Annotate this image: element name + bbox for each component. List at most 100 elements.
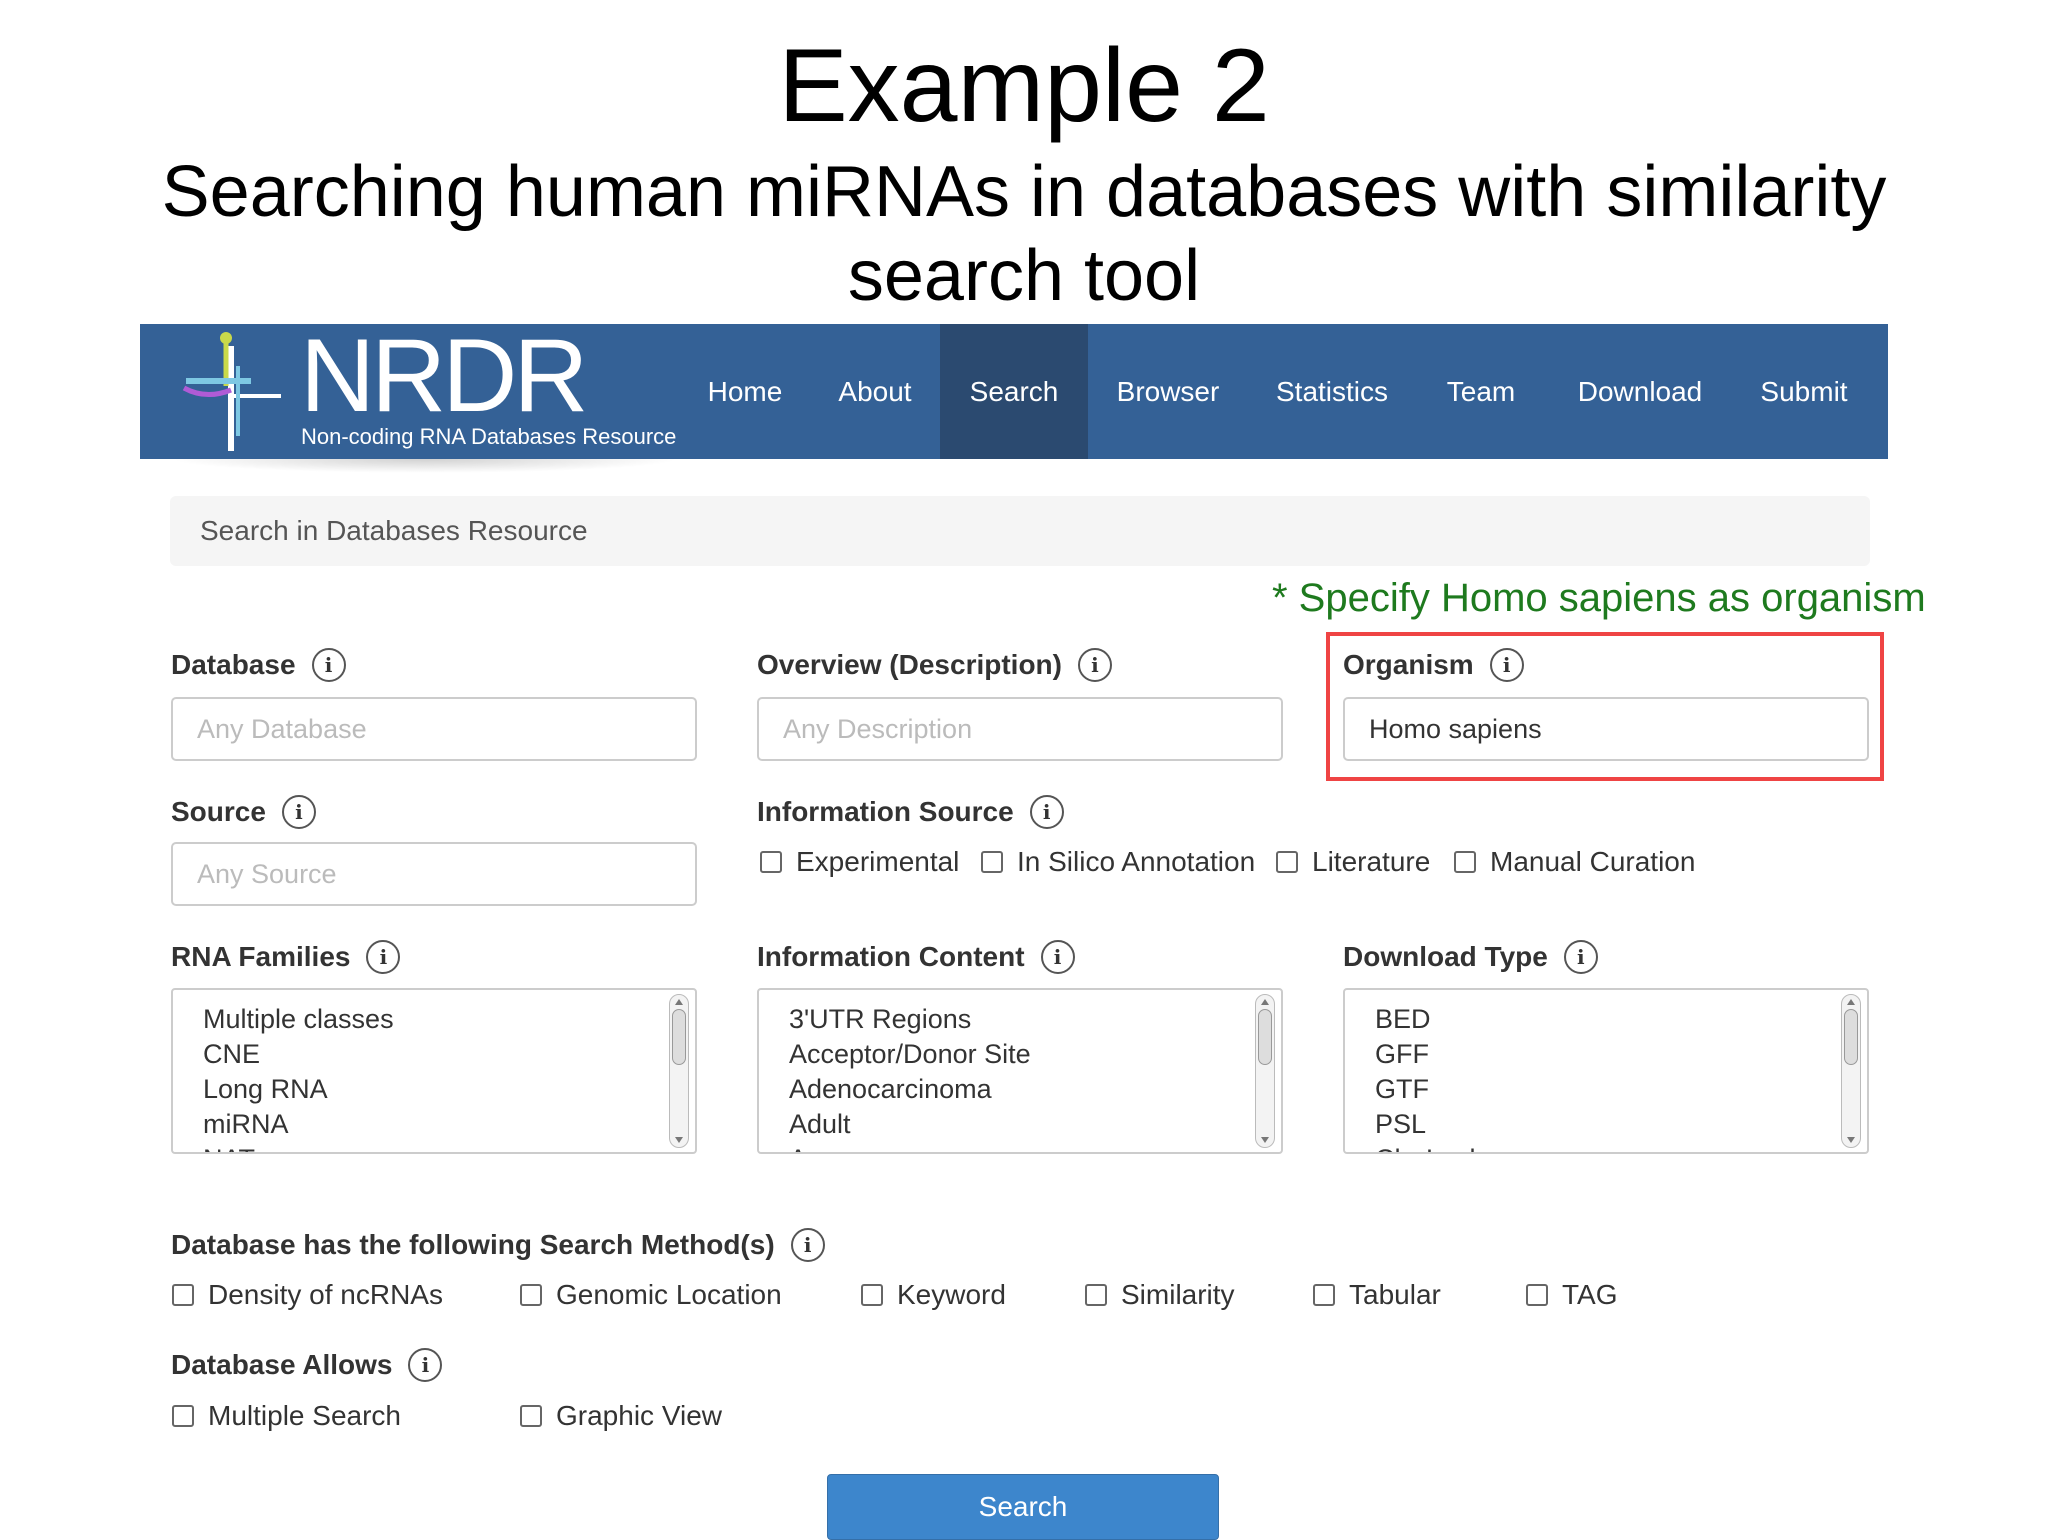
checkbox-box[interactable] [861,1284,883,1306]
scroll-up-arrow-icon[interactable] [1847,999,1855,1005]
checkbox-label: Genomic Location [556,1279,782,1310]
checkbox-keyword[interactable]: Keyword [861,1279,1006,1311]
checkbox-label: Literature [1312,846,1431,877]
scroll-up-arrow-icon[interactable] [1261,999,1269,1005]
overview-label: Overview (Description) i [757,648,1112,682]
information-source-label: Information Source i [757,795,1064,829]
scroll-thumb[interactable] [1844,1009,1858,1065]
info-icon[interactable]: i [1563,940,1598,974]
checkbox-box[interactable] [1454,851,1476,873]
nav-download[interactable]: Download [1560,324,1720,459]
info-icon[interactable]: i [790,1228,825,1262]
nav-statistics[interactable]: Statistics [1258,324,1406,459]
info-icon[interactable]: i [1077,648,1112,682]
scroll-thumb[interactable] [672,1009,686,1065]
scroll-down-arrow-icon[interactable] [1847,1137,1855,1143]
checkbox-box[interactable] [172,1284,194,1306]
list-option[interactable]: Adenocarcinoma [789,1072,1239,1107]
info-icon[interactable]: i [366,940,401,974]
checkbox-tag[interactable]: TAG [1526,1279,1617,1311]
list-option[interactable]: Long RNA [203,1072,653,1107]
search-methods-label: Database has the following Search Method… [171,1228,825,1262]
nav-team[interactable]: Team [1426,324,1536,459]
listbox-scrollbar[interactable] [1255,994,1275,1148]
scroll-up-arrow-icon[interactable] [675,999,683,1005]
list-option[interactable]: Acceptor/Donor Site [789,1037,1239,1072]
source-input[interactable] [173,844,677,904]
list-option[interactable]: Chr Lock [1375,1142,1825,1152]
scroll-thumb[interactable] [1258,1009,1272,1065]
search-button[interactable]: Search [827,1474,1219,1540]
overview-input[interactable] [759,699,1263,759]
list-option[interactable]: BED [1375,1002,1825,1037]
checkbox-in-silico-annotation[interactable]: In Silico Annotation [981,846,1255,878]
checkbox-box[interactable] [1276,851,1298,873]
checkbox-label: Graphic View [556,1400,723,1431]
checkbox-label: Tabular [1349,1279,1441,1310]
slide-subtitle-text: Searching human miRNAs in databases with… [161,152,1887,316]
checkbox-density-of-ncrnas[interactable]: Density of ncRNAs [172,1279,443,1311]
info-icon[interactable]: i [1029,795,1064,829]
list-option[interactable]: A [789,1142,1239,1152]
checkbox-label: TAG [1562,1279,1618,1310]
scroll-down-arrow-icon[interactable] [675,1137,683,1143]
checkbox-label: Manual Curation [1490,846,1696,877]
list-option[interactable]: miRNA [203,1107,653,1142]
checkbox-similarity[interactable]: Similarity [1085,1279,1235,1311]
list-option[interactable]: CNE [203,1037,653,1072]
database-input[interactable] [173,699,677,759]
global-search-input[interactable] [170,496,1800,566]
nav-search[interactable]: Search [940,324,1088,459]
source-field [171,842,697,906]
list-option[interactable]: GFF [1375,1037,1825,1072]
info-icon[interactable]: i [281,795,316,829]
logo-subtitle: Non-coding RNA Databases Resource [301,424,677,449]
checkbox-manual-curation[interactable]: Manual Curation [1454,846,1695,878]
checkbox-multiple-search[interactable]: Multiple Search [172,1400,401,1432]
list-option[interactable]: Adult [789,1107,1239,1142]
database-allows-label: Database Allows i [171,1348,443,1382]
download-type-options: BED GFF GTF PSL Chr Lock [1345,990,1825,1152]
checkbox-box[interactable] [981,851,1003,873]
rna-families-label: RNA Families i [171,940,401,974]
database-allows-label-text: Database Allows [171,1349,393,1380]
checkbox-box[interactable] [1085,1284,1107,1306]
checkbox-box[interactable] [760,851,782,873]
information-content-listbox[interactable]: 3'UTR Regions Acceptor/Donor Site Adenoc… [757,988,1283,1154]
info-icon[interactable]: i [1040,940,1075,974]
checkbox-experimental[interactable]: Experimental [760,846,959,878]
nav-home[interactable]: Home [685,324,805,459]
global-search-bar [170,496,1870,566]
checkbox-box[interactable] [1526,1284,1548,1306]
nav-about[interactable]: About [810,324,940,459]
source-label-text: Source [171,796,266,827]
checkbox-box[interactable] [1313,1284,1335,1306]
checkbox-tabular[interactable]: Tabular [1313,1279,1441,1311]
nav-submit[interactable]: Submit [1744,324,1864,459]
checkbox-graphic-view[interactable]: Graphic View [520,1400,722,1432]
checkbox-box[interactable] [520,1405,542,1427]
list-option[interactable]: GTF [1375,1072,1825,1107]
info-icon[interactable]: i [408,1348,443,1382]
download-type-listbox[interactable]: BED GFF GTF PSL Chr Lock [1343,988,1869,1154]
organism-input[interactable] [1345,699,1849,759]
checkbox-literature[interactable]: Literature [1276,846,1430,878]
scroll-down-arrow-icon[interactable] [1261,1137,1269,1143]
checkbox-box[interactable] [172,1405,194,1427]
listbox-scrollbar[interactable] [1841,994,1861,1148]
checkbox-genomic-location[interactable]: Genomic Location [520,1279,782,1311]
list-option[interactable]: NAT [203,1142,653,1152]
database-field [171,697,697,761]
list-option[interactable]: PSL [1375,1107,1825,1142]
listbox-scrollbar[interactable] [669,994,689,1148]
nrdr-logo[interactable]: NRDR [300,324,588,428]
checkbox-box[interactable] [520,1284,542,1306]
info-icon[interactable]: i [311,648,346,682]
information-source-label-text: Information Source [757,796,1014,827]
rna-families-listbox[interactable]: Multiple classes CNE Long RNA miRNA NAT [171,988,697,1154]
info-icon[interactable]: i [1489,648,1524,682]
nav-browser[interactable]: Browser [1098,324,1238,459]
list-option[interactable]: Multiple classes [203,1002,653,1037]
list-option[interactable]: 3'UTR Regions [789,1002,1239,1037]
rna-families-options: Multiple classes CNE Long RNA miRNA NAT [173,990,653,1152]
